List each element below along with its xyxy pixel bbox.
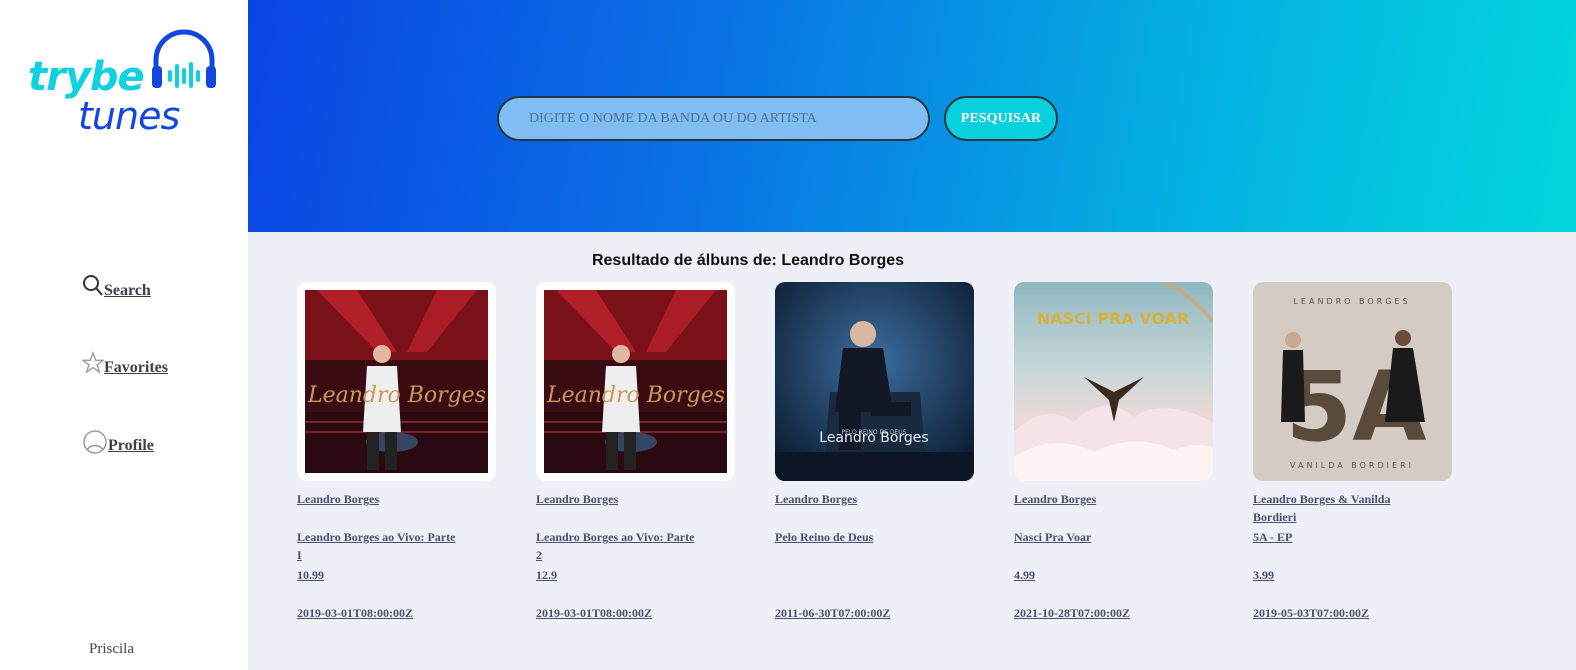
svg-text:VANILDA BORDIERI: VANILDA BORDIERI [1290, 461, 1414, 470]
svg-text:Leandro Borges: Leandro Borges [307, 383, 486, 408]
svg-text:NASCI PRA VOAR: NASCI PRA VOAR [1037, 309, 1190, 328]
star-icon [82, 351, 104, 374]
album-name-link[interactable]: Pelo Reino de Deus [775, 528, 935, 546]
nav-label-favorites: Favorites [104, 359, 168, 376]
user-name: Priscila [89, 641, 134, 657]
nav-label-profile: Profile [108, 437, 154, 454]
album-price-link[interactable]: 12.9 [536, 566, 696, 584]
album-date-link[interactable]: 2019-05-03T07:00:00Z [1253, 604, 1413, 622]
search-header: PESQUISAR [248, 0, 1576, 232]
headphones-icon [152, 29, 216, 88]
album-date-link[interactable]: 2011-06-30T07:00:00Z [775, 604, 935, 622]
album-cover-image: Leandro Borges [305, 290, 488, 473]
album-cover[interactable]: PELO REINO DE DEUS Leandro Borges [775, 282, 974, 481]
album-cover-image: NASCI PRA VOAR [1014, 282, 1213, 481]
album-card[interactable]: Leandro Borges Leandro Borges Leandro Bo… [536, 282, 736, 620]
svg-text:LEANDRO BORGES: LEANDRO BORGES [1293, 297, 1410, 306]
search-icon [83, 275, 103, 296]
nav-link-profile[interactable]: Profile [82, 429, 154, 455]
album-artist-link[interactable]: Leandro Borges [297, 490, 457, 508]
album-date-link[interactable]: 2021-10-28T07:00:00Z [1014, 604, 1174, 622]
user-icon [83, 430, 107, 454]
svg-text:Leandro Borges: Leandro Borges [819, 430, 928, 446]
results-title: Resultado de álbuns de: Leandro Borges [591, 252, 905, 269]
album-name-link[interactable]: 5A - EP [1253, 528, 1413, 546]
sidebar: trybe tunes Search Favorites Profile Pri… [0, 0, 248, 670]
trybe-tunes-logo: trybe tunes [28, 28, 228, 138]
album-artist-link[interactable]: Leandro Borges & Vanilda Bordieri [1253, 490, 1413, 526]
album-artist-link[interactable]: Leandro Borges [1014, 490, 1174, 508]
album-artist-link[interactable]: Leandro Borges [775, 490, 935, 508]
logo-text-tunes: tunes [78, 94, 180, 138]
album-cover[interactable]: Leandro Borges [297, 282, 496, 481]
album-price-link[interactable]: 10.99 [297, 566, 457, 584]
nav-label-search: Search [104, 282, 151, 299]
album-date-link[interactable]: 2019-03-01T08:00:00Z [536, 604, 696, 622]
album-cover[interactable]: LEANDRO BORGES 5A VANILDA BORDIERI [1253, 282, 1452, 481]
album-cover-image: PELO REINO DE DEUS Leandro Borges [775, 282, 974, 481]
album-name-link[interactable]: Leandro Borges ao Vivo: Parte 2 [536, 528, 696, 564]
nav-link-favorites[interactable]: Favorites [82, 351, 168, 377]
album-card[interactable]: Leandro Borges Leandro Borges Leandro Bo… [297, 282, 497, 620]
album-artist-link[interactable]: Leandro Borges [536, 490, 696, 508]
album-card[interactable]: LEANDRO BORGES 5A VANILDA BORDIERI Leand… [1253, 282, 1453, 620]
album-name-link[interactable]: Leandro Borges ao Vivo: Parte I [297, 528, 457, 564]
album-date-link[interactable]: 2019-03-01T08:00:00Z [297, 604, 457, 622]
svg-text:Leandro Borges: Leandro Borges [546, 383, 725, 408]
search-button[interactable]: PESQUISAR [944, 96, 1058, 141]
album-card[interactable]: NASCI PRA VOAR Leandro Borges Nasci Pra … [1014, 282, 1214, 620]
search-input[interactable] [497, 96, 930, 141]
nav-link-search[interactable]: Search [82, 274, 151, 300]
album-price-link[interactable]: 3.99 [1253, 566, 1413, 584]
album-cover[interactable]: NASCI PRA VOAR [1014, 282, 1213, 481]
album-name-link[interactable]: Nasci Pra Voar [1014, 528, 1174, 546]
album-card[interactable]: PELO REINO DE DEUS Leandro Borges Leandr… [775, 282, 975, 620]
album-price-link[interactable]: 4.99 [1014, 566, 1174, 584]
album-cover[interactable]: Leandro Borges [536, 282, 735, 481]
album-cover-image: LEANDRO BORGES 5A VANILDA BORDIERI [1253, 282, 1452, 481]
album-cover-image: Leandro Borges [544, 290, 727, 473]
